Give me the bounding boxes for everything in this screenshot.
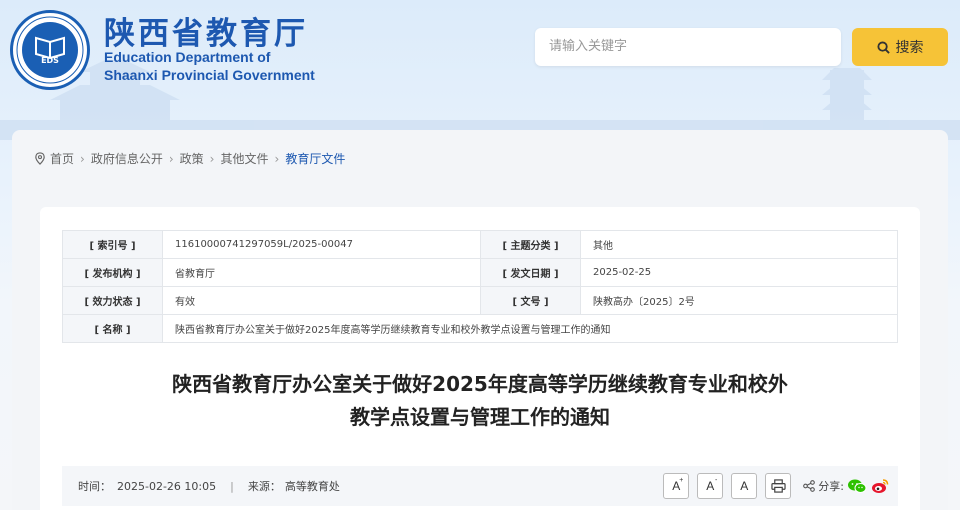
logo-emblem: EDS: [22, 22, 78, 78]
topic-value: 其他: [580, 230, 898, 259]
name-value: 陕西省教育厅办公室关于做好2025年度高等学历继续教育专业和校外教学点设置与管理…: [162, 314, 898, 343]
article-title: 陕西省教育厅办公室关于做好2025年度高等学历继续教育专业和校外 教学点设置与管…: [62, 368, 898, 434]
site-header: EDS 陕西省教育厅 Education Department of Shaan…: [0, 0, 960, 100]
table-row: [ 发布机构 ] 省教育厅 [ 发文日期 ] 2025-02-25: [62, 258, 898, 287]
index-label: [ 索引号 ]: [62, 230, 163, 259]
location-pin-icon: [35, 152, 45, 165]
search-icon: [876, 40, 890, 54]
site-title-en-line1: Education Department of: [104, 49, 271, 65]
search-button[interactable]: 搜索: [852, 28, 948, 66]
info-divider: |: [230, 479, 234, 493]
breadcrumb-current[interactable]: 教育厅文件: [285, 150, 345, 167]
wechat-share-button[interactable]: [847, 476, 867, 496]
search-button-label: 搜索: [895, 40, 924, 56]
article-info-bar: 时间： 2025-02-26 10:05 | 来源： 高等教育处 A + A -…: [62, 466, 898, 506]
site-title-en: Education Department of Shaanxi Provinci…: [104, 48, 315, 84]
site-title-en-line2: Shaanxi Provincial Government: [104, 67, 315, 83]
breadcrumb-other-docs[interactable]: 其他文件: [220, 150, 268, 167]
font-decrease-button[interactable]: A -: [697, 473, 724, 499]
font-default-label: A: [740, 479, 749, 493]
table-row: [ 效力状态 ] 有效 [ 文号 ] 陕教高办〔2025〕2号: [62, 286, 898, 315]
font-increase-sup: +: [679, 477, 684, 484]
date-value: 2025-02-25: [580, 258, 898, 287]
source-label: 来源：: [247, 480, 281, 493]
breadcrumb-separator: ›: [209, 151, 215, 166]
name-label: [ 名称 ]: [62, 314, 163, 343]
document-meta-table: [ 索引号 ] 11610000741297059L/2025-00047 [ …: [62, 230, 898, 343]
issuer-label: [ 发布机构 ]: [62, 258, 163, 287]
breadcrumb-separator: ›: [274, 151, 280, 166]
share-icon: [803, 480, 816, 492]
source-value: 高等教育处: [284, 480, 340, 493]
logo-eds-text: EDS: [41, 56, 59, 65]
weibo-share-button[interactable]: [870, 476, 890, 496]
breadcrumb-policy[interactable]: 政策: [180, 150, 204, 167]
font-decrease-label: A: [706, 479, 715, 493]
printer-icon: [771, 479, 786, 493]
table-row: [ 名称 ] 陕西省教育厅办公室关于做好2025年度高等学历继续教育专业和校外教…: [62, 314, 898, 343]
breadcrumb-home[interactable]: 首页: [50, 150, 74, 167]
article-title-line1: 陕西省教育厅办公室关于做好2025年度高等学历继续教育专业和校外: [172, 372, 788, 396]
share-label: 分享:: [818, 480, 844, 493]
docno-label: [ 文号 ]: [480, 286, 581, 315]
breadcrumb-gov-info[interactable]: 政府信息公开: [91, 150, 163, 167]
breadcrumb-separator: ›: [168, 151, 174, 166]
breadcrumb-separator: ›: [80, 151, 85, 166]
docno-value: 陕教高办〔2025〕2号: [580, 286, 898, 315]
table-row: [ 索引号 ] 11610000741297059L/2025-00047 [ …: [62, 230, 898, 259]
search-input[interactable]: 请输入关键字: [535, 28, 841, 66]
breadcrumb: 首页 › 政府信息公开 › 政策 › 其他文件 › 教育厅文件: [34, 150, 345, 167]
font-decrease-sup: -: [714, 477, 718, 484]
status-label: [ 效力状态 ]: [62, 286, 163, 315]
date-label: [ 发文日期 ]: [480, 258, 581, 287]
article-tools: A + A - A 分享:: [663, 473, 890, 499]
print-button[interactable]: [765, 473, 792, 499]
topic-label: [ 主题分类 ]: [480, 230, 581, 259]
status-value: 有效: [162, 286, 481, 315]
time-value: 2025-02-26 10:05: [117, 479, 217, 493]
site-title-cn: 陕西省教育厅: [104, 16, 308, 52]
wechat-icon: [848, 479, 867, 493]
time-label: 时间：: [78, 480, 111, 493]
issuer-value: 省教育厅: [162, 258, 481, 287]
font-increase-button[interactable]: A +: [663, 473, 690, 499]
site-logo[interactable]: EDS: [10, 10, 90, 90]
article-title-line2: 教学点设置与管理工作的通知: [350, 405, 610, 429]
font-default-button[interactable]: A: [731, 473, 758, 499]
index-value: 11610000741297059L/2025-00047: [162, 230, 481, 259]
weibo-icon: [872, 479, 889, 493]
share-group: 分享:: [803, 476, 890, 496]
